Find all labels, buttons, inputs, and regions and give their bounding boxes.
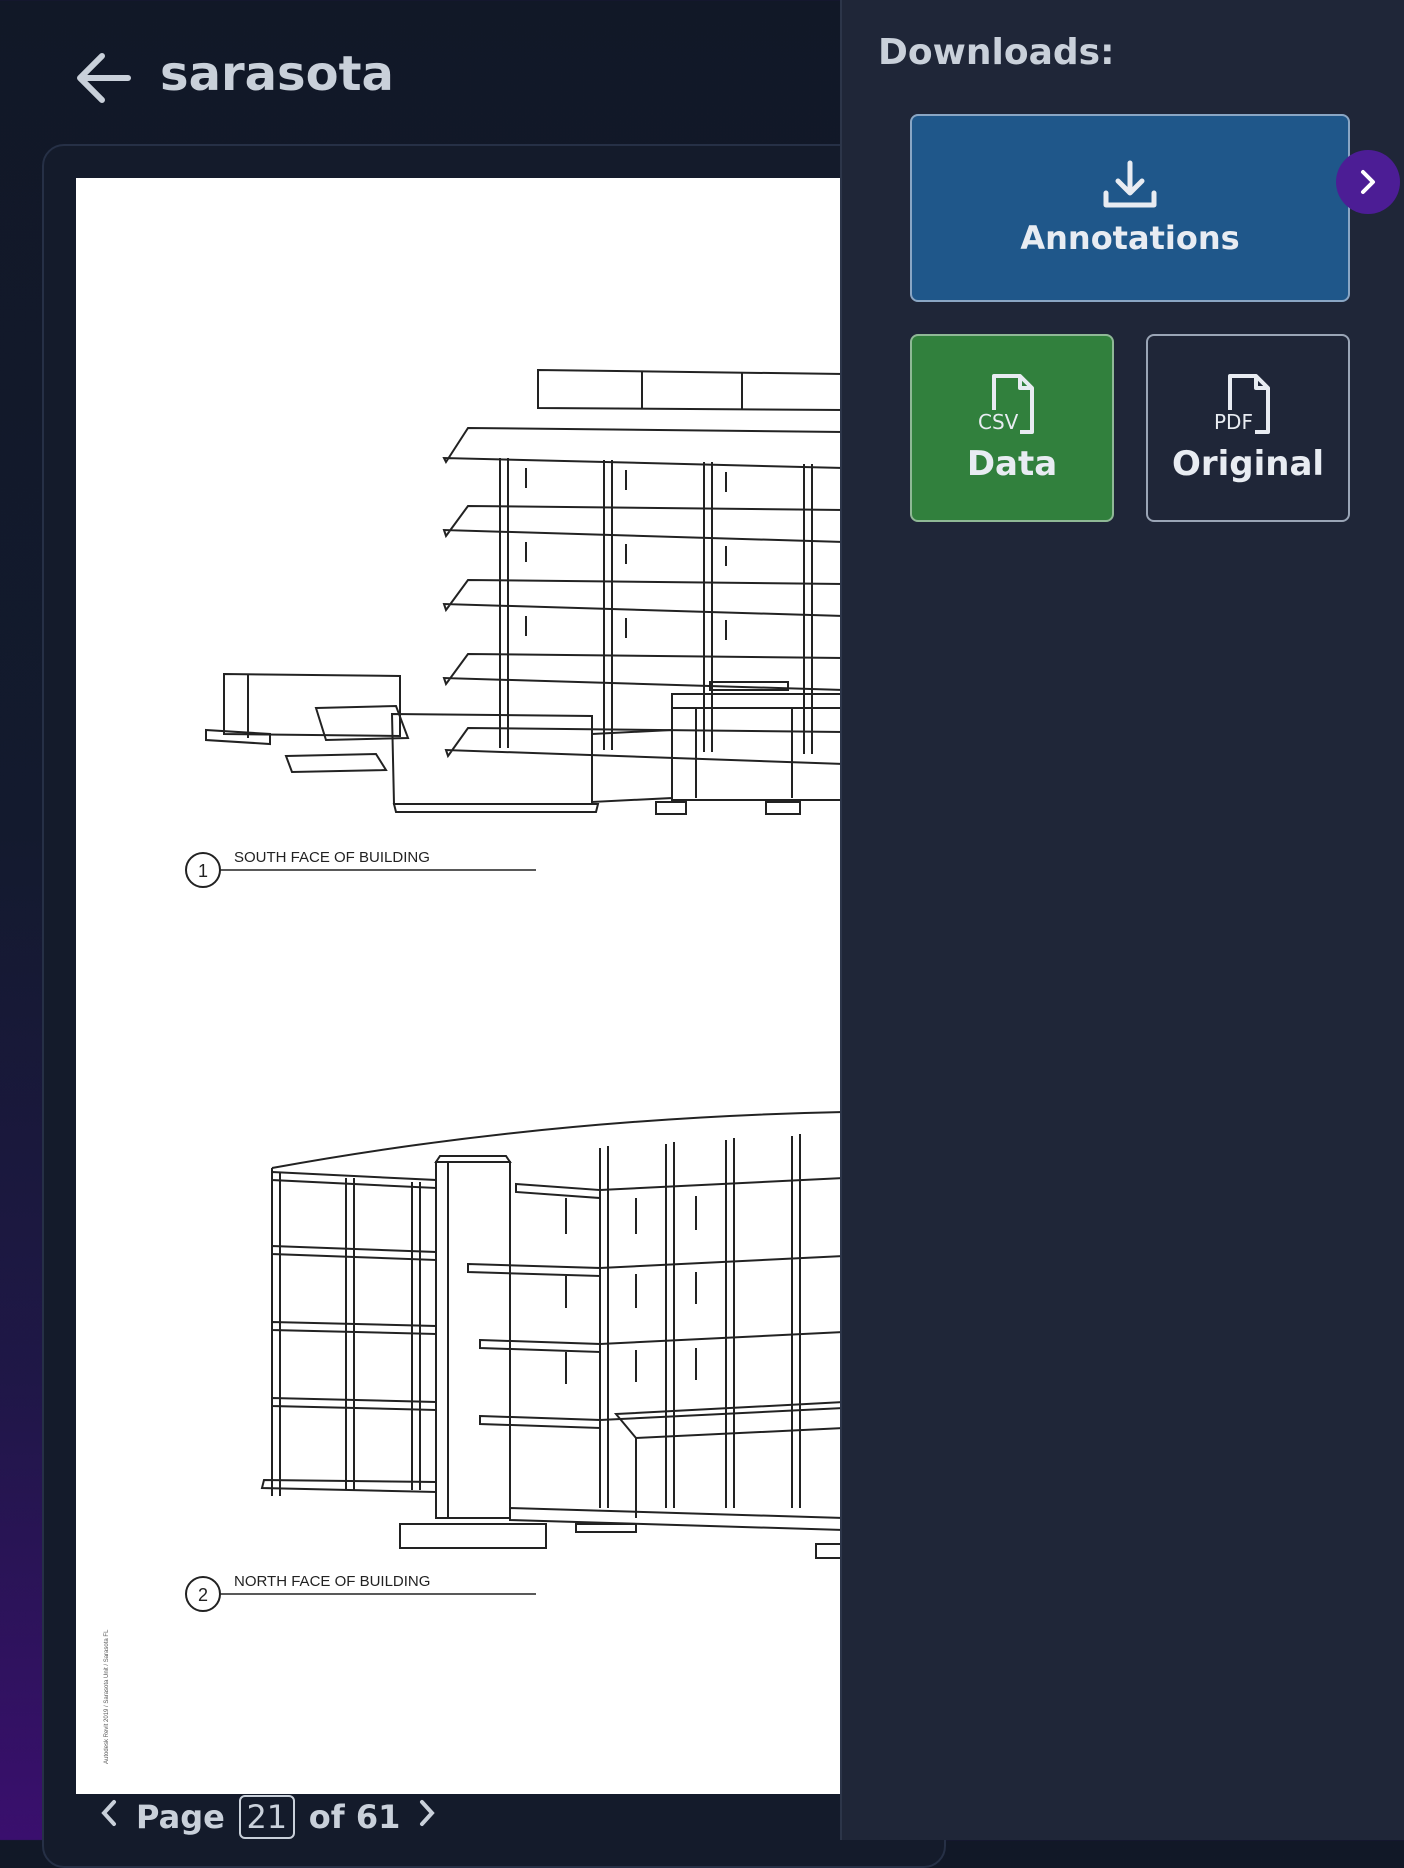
document-page: 1 SOUTH FACE OF BUILDING 2 NORTH FACE OF… (76, 178, 844, 1794)
back-button[interactable] (74, 50, 134, 106)
next-page-button[interactable] (414, 1798, 440, 1836)
chevron-right-icon (420, 1800, 436, 1826)
page-label: Page (136, 1798, 225, 1836)
download-annotations-label: Annotations (1020, 219, 1240, 257)
page-number-input[interactable]: 21 (238, 1795, 295, 1839)
download-original-button[interactable]: PDF Original (1146, 334, 1350, 522)
building-drawing: 1 SOUTH FACE OF BUILDING 2 NORTH FACE OF… (104, 368, 844, 1764)
download-icon (1103, 160, 1157, 208)
drawing-1-caption: SOUTH FACE OF BUILDING (234, 849, 430, 866)
pagination: Page 21 of 61 (96, 1794, 440, 1840)
downloads-title: Downloads: (878, 32, 1115, 73)
prev-page-button[interactable] (96, 1798, 122, 1836)
page-title: sarasota (160, 46, 394, 102)
collapse-panel-button[interactable] (1336, 150, 1400, 214)
margin-text: Autodesk Revit 2019 / Sarasota Unit / Sa… (104, 1629, 110, 1764)
download-data-label: Data (966, 444, 1058, 484)
csv-file-icon: CSV (976, 372, 1040, 436)
download-data-button[interactable]: CSV Data (910, 334, 1114, 522)
download-annotations-button[interactable]: Annotations (910, 114, 1350, 302)
page-count: of 61 (308, 1798, 401, 1836)
drawing-2-number: 2 (198, 1585, 208, 1605)
download-original-label: Original (1171, 444, 1325, 484)
csv-tag: CSV (976, 410, 1021, 434)
chevron-right-icon (1361, 170, 1375, 194)
arrow-left-icon (77, 53, 131, 103)
pdf-file-icon: PDF (1212, 372, 1276, 436)
drawing-2-caption: NORTH FACE OF BUILDING (234, 1573, 430, 1590)
pdf-tag: PDF (1212, 410, 1255, 434)
downloads-panel: Downloads: Annotations CSV Data PDF Orig… (840, 0, 1404, 1840)
drawing-1-number: 1 (198, 861, 208, 881)
chevron-left-icon (101, 1800, 116, 1826)
